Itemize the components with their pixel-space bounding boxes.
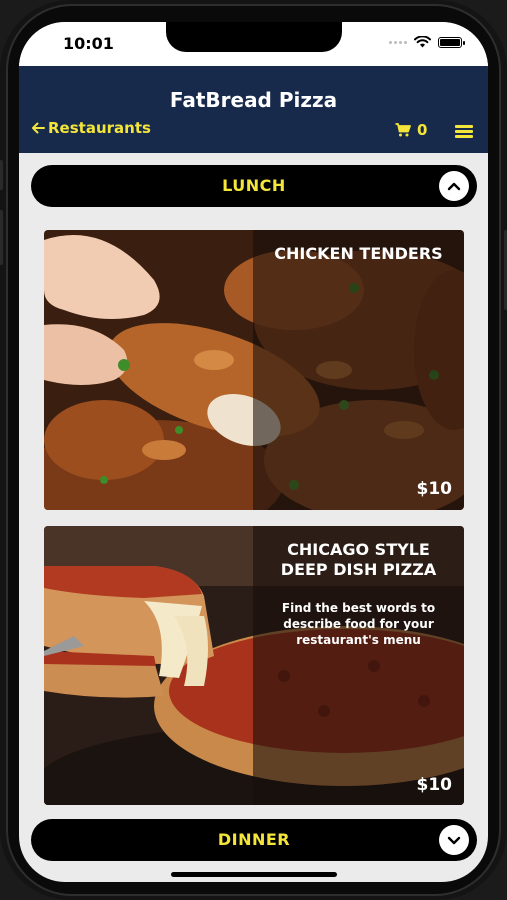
hamburger-menu-icon[interactable] <box>455 125 473 138</box>
arrow-left-icon <box>32 122 45 134</box>
status-bar: 10:01 <box>19 22 488 66</box>
phone-volume-button <box>0 210 3 265</box>
back-link-label: Restaurants <box>48 119 151 137</box>
app-header: FatBread Pizza Restaurants 0 <box>19 66 488 153</box>
menu-item-title: CHICKEN TENDERS <box>274 244 443 263</box>
signal-icon <box>389 40 407 44</box>
app-title: FatBread Pizza <box>169 88 338 112</box>
chevron-up-icon[interactable] <box>439 171 469 201</box>
wifi-icon <box>414 36 431 48</box>
camera-notch <box>166 22 342 52</box>
section-label-lunch: LUNCH <box>222 176 286 195</box>
menu-item-description: Find the best words to describe food for… <box>281 601 436 647</box>
back-to-restaurants-link[interactable]: Restaurants <box>31 119 151 137</box>
status-icons <box>389 36 465 48</box>
menu-item-price: $10 <box>416 775 453 795</box>
status-time: 10:01 <box>63 34 114 53</box>
app-screen: 10:01 FatBread Pizza Restaurants 0 LUNCH… <box>19 22 488 882</box>
phone-side-button <box>0 160 3 190</box>
cart-count: 0 <box>417 121 428 139</box>
battery-icon <box>438 36 465 48</box>
chevron-down-icon[interactable] <box>439 825 469 855</box>
card-text-overlay <box>253 230 464 510</box>
section-header-dinner[interactable]: DINNER <box>31 819 477 861</box>
menu-item-card-deep-dish-pizza[interactable]: CHICAGO STYLE DEEP DISH PIZZA Find the b… <box>44 526 464 805</box>
menu-item-title: CHICAGO STYLE DEEP DISH PIZZA <box>280 540 437 579</box>
section-label-dinner: DINNER <box>217 830 291 849</box>
section-header-lunch[interactable]: LUNCH <box>31 165 477 207</box>
phone-frame: 10:01 FatBread Pizza Restaurants 0 LUNCH… <box>0 0 507 900</box>
cart-icon <box>395 123 411 137</box>
home-indicator[interactable] <box>171 872 337 877</box>
menu-item-card-chicken-tenders[interactable]: CHICKEN TENDERS $10 <box>44 230 464 510</box>
cart-button[interactable]: 0 <box>395 121 427 139</box>
menu-item-price: $10 <box>416 479 453 499</box>
